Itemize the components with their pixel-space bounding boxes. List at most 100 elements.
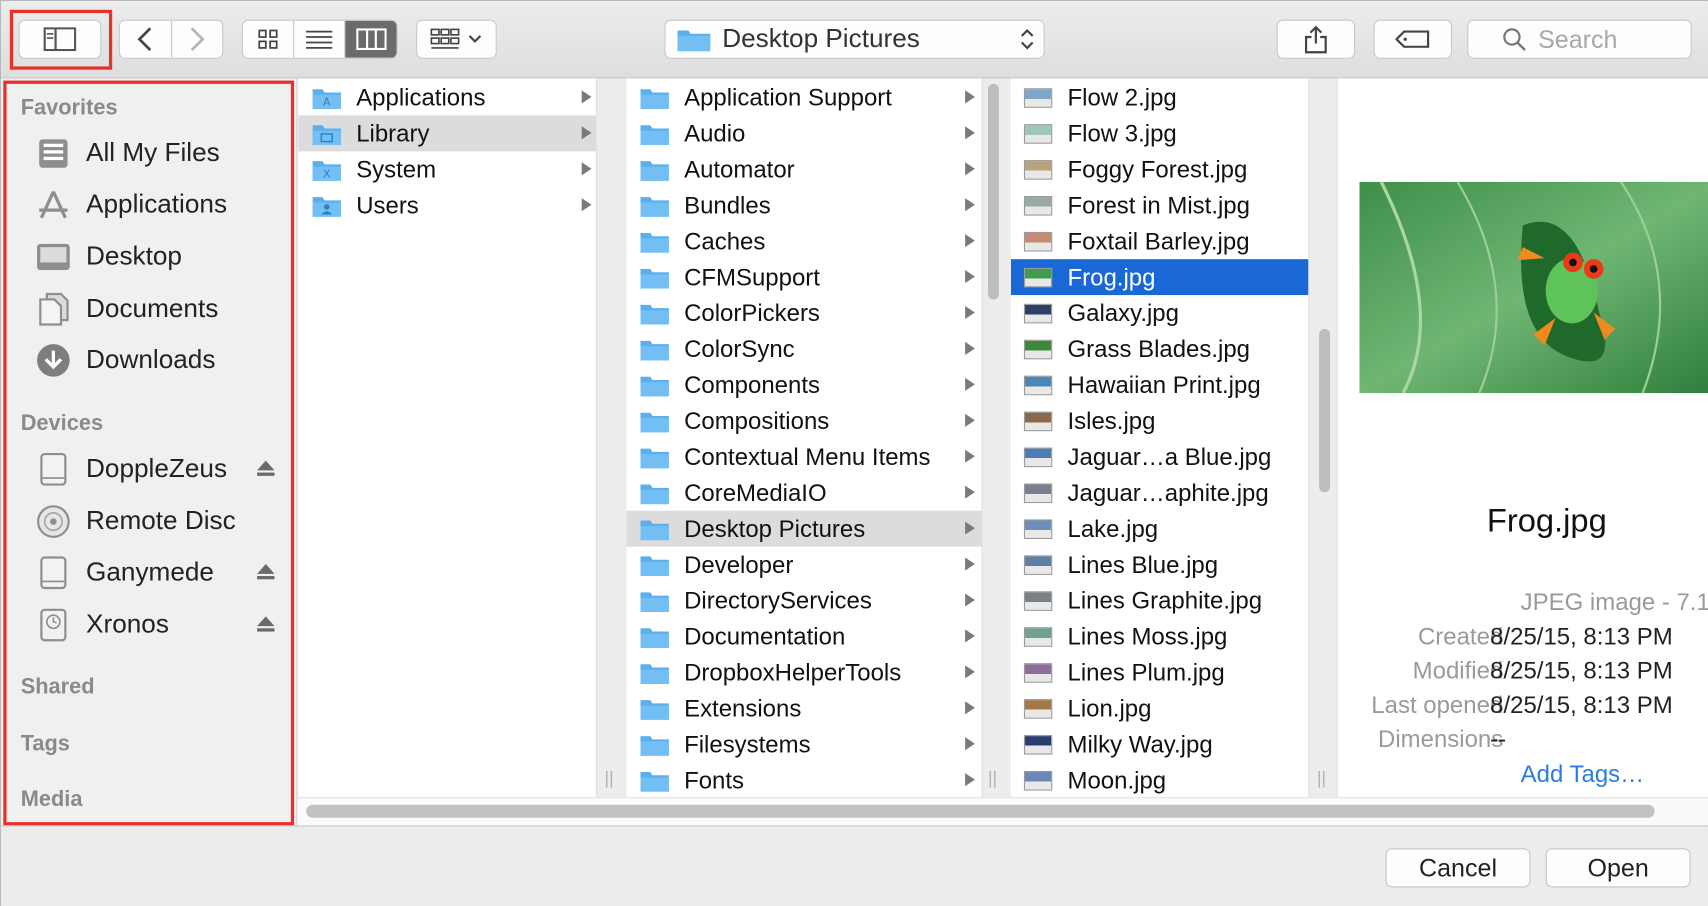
sidebar-item-label: Documents — [86, 294, 219, 324]
horizontal-scrollbar[interactable] — [306, 804, 1655, 818]
eject-icon[interactable] — [256, 562, 276, 582]
column-scrollbar[interactable] — [987, 83, 999, 300]
open-button[interactable]: Open — [1545, 848, 1691, 888]
list-item[interactable]: Audio — [626, 115, 981, 151]
list-item[interactable]: ColorPickers — [626, 295, 981, 331]
eject-icon[interactable] — [256, 458, 276, 478]
sidebar-item-label: All My Files — [86, 138, 220, 168]
list-item[interactable]: Foggy Forest.jpg — [1011, 151, 1308, 187]
list-item[interactable]: Forest in Mist.jpg — [1011, 187, 1308, 223]
list-item[interactable]: Automator — [626, 151, 981, 187]
list-item[interactable]: Documentation — [626, 618, 981, 654]
preview-pane: Frog.jpg JPEG image - 7.1 Created 8/25/1… — [1336, 78, 1708, 798]
disclosure-arrow-icon — [965, 90, 975, 104]
list-item[interactable]: A Applications — [298, 79, 595, 115]
list-item[interactable]: Users — [298, 187, 595, 223]
list-item[interactable]: Library — [298, 115, 596, 152]
sidebar-item-xronos[interactable]: Xronos — [34, 603, 285, 647]
horizontal-scroll-area — [297, 797, 1708, 826]
list-item[interactable]: Lake.jpg — [1011, 511, 1308, 547]
list-item[interactable]: Lion.jpg — [1011, 690, 1308, 726]
list-item[interactable]: Caches — [626, 223, 981, 259]
list-item[interactable]: Jaguar…aphite.jpg — [1011, 475, 1308, 511]
list-item[interactable]: Flow 3.jpg — [1011, 115, 1308, 151]
list-item[interactable]: Frog.jpg — [1010, 259, 1309, 296]
disclosure-arrow-icon — [965, 234, 975, 248]
sidebar-item-all-my-files[interactable]: All My Files — [34, 132, 285, 176]
sidebar-item-documents[interactable]: Documents — [34, 287, 285, 331]
search-field[interactable]: Search — [1467, 19, 1692, 59]
forward-button[interactable] — [172, 21, 223, 58]
sidebar-item-dopplezeus[interactable]: DoppleZeus — [34, 448, 285, 492]
list-item[interactable]: Lines Plum.jpg — [1011, 654, 1308, 690]
sidebar-item-remote-disc[interactable]: Remote Disc — [34, 500, 285, 544]
list-item[interactable]: Desktop Pictures — [626, 510, 982, 547]
column-library: Application Support Audio Automator Bundles… — [626, 78, 983, 798]
preview-filename: Frog.jpg — [1486, 503, 1607, 540]
list-item[interactable]: Bundles — [626, 187, 981, 223]
shared-heading: Shared — [20, 675, 95, 700]
share-button[interactable] — [1276, 19, 1356, 59]
columns-icon — [355, 28, 387, 51]
list-item[interactable]: Fonts — [626, 762, 981, 797]
list-item[interactable]: Extensions — [626, 690, 981, 726]
list-item[interactable]: Galaxy.jpg — [1011, 295, 1308, 331]
list-item[interactable]: Lines Blue.jpg — [1011, 547, 1308, 583]
back-button[interactable] — [120, 20, 172, 58]
list-item[interactable]: X System — [298, 151, 595, 187]
sidebar-toggle-button[interactable] — [18, 19, 102, 59]
image-thumbnail-icon — [1023, 195, 1053, 216]
list-item[interactable]: Compositions — [626, 403, 981, 439]
path-popup[interactable]: Desktop Pictures — [664, 19, 1045, 59]
list-icon — [306, 30, 333, 49]
disclosure-arrow-icon — [965, 449, 975, 463]
documents-icon — [34, 290, 73, 329]
list-item[interactable]: CFMSupport — [626, 259, 981, 295]
sidebar-item-applications[interactable]: Applications — [34, 183, 285, 227]
tags-button[interactable] — [1373, 19, 1453, 59]
folder-icon — [640, 196, 669, 217]
sidebar-item-desktop[interactable]: Desktop — [34, 235, 285, 279]
add-tags-link[interactable]: Add Tags… — [1521, 760, 1644, 788]
disclosure-arrow-icon — [965, 773, 975, 787]
list-item[interactable]: DirectoryServices — [626, 583, 981, 619]
sidebar-item-ganymede[interactable]: Ganymede — [34, 551, 285, 595]
list-item[interactable]: Lines Moss.jpg — [1011, 618, 1308, 654]
cancel-button[interactable]: Cancel — [1385, 848, 1531, 888]
list-item[interactable]: Lines Graphite.jpg — [1011, 583, 1308, 619]
image-thumbnail-icon — [1023, 375, 1053, 395]
arrange-button[interactable] — [416, 19, 497, 59]
list-item[interactable]: Application Support — [626, 79, 981, 115]
list-item[interactable]: Filesystems — [626, 726, 981, 762]
column-root: A Applications Library X System Users || — [298, 78, 597, 798]
eject-icon[interactable] — [256, 614, 276, 634]
folder-icon — [640, 124, 669, 145]
list-item[interactable]: Hawaiian Print.jpg — [1011, 367, 1308, 403]
sidebar-item-label: Ganymede — [86, 557, 214, 587]
list-item[interactable]: Isles.jpg — [1011, 403, 1308, 439]
list-item[interactable]: CoreMediaIO — [626, 475, 981, 511]
list-view-button[interactable] — [294, 20, 346, 58]
list-item[interactable]: Developer — [626, 547, 981, 583]
column-scrollbar[interactable] — [1319, 328, 1331, 493]
list-item[interactable]: DropboxHelperTools — [626, 654, 981, 690]
list-item[interactable]: Milky Way.jpg — [1011, 726, 1308, 762]
list-item[interactable]: Components — [626, 367, 981, 403]
folder-icon — [677, 30, 711, 52]
list-item[interactable]: Foxtail Barley.jpg — [1011, 223, 1308, 259]
list-item[interactable]: Grass Blades.jpg — [1011, 331, 1308, 367]
list-item[interactable]: Flow 2.jpg — [1011, 79, 1308, 115]
list-item[interactable]: Contextual Menu Items — [626, 439, 981, 475]
share-icon — [1304, 25, 1327, 54]
folder-icon — [640, 519, 669, 540]
list-item[interactable]: Jaguar…a Blue.jpg — [1011, 439, 1308, 475]
applications-icon — [34, 185, 73, 224]
file-kind: JPEG image - 7.1 — [1520, 588, 1708, 616]
sidebar-item-downloads[interactable]: Downloads — [34, 339, 285, 383]
toolbar: Desktop Pictures Search — [1, 1, 1708, 79]
list-item[interactable]: Moon.jpg — [1011, 762, 1308, 797]
column-view-button[interactable] — [345, 20, 397, 58]
folder-icon — [640, 735, 669, 756]
icon-view-button[interactable] — [243, 20, 294, 58]
list-item[interactable]: ColorSync — [626, 331, 981, 367]
